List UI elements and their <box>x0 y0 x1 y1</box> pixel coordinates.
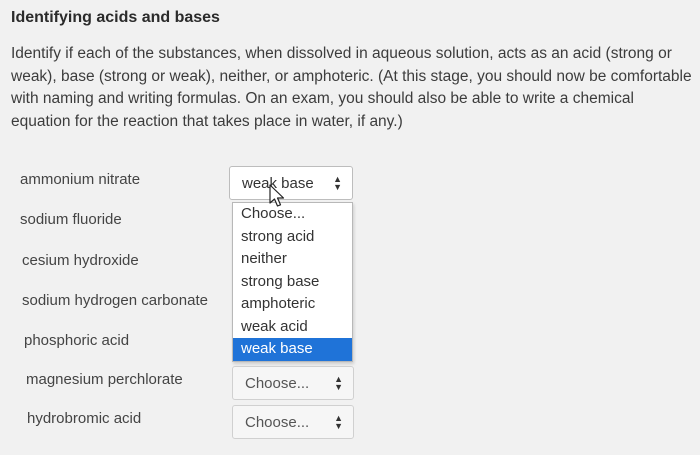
dropdown-option-strong-base[interactable]: strong base <box>233 271 352 294</box>
question-instructions: Identify if each of the substances, when… <box>11 45 692 130</box>
dropdown-option-weak-acid[interactable]: weak acid <box>233 316 352 339</box>
answer-select-magnesium-perchlorate[interactable]: Choose... ▲ ▼ <box>232 366 354 400</box>
select-value: Choose... <box>245 375 310 392</box>
dropdown-option-choose[interactable]: Choose... <box>233 203 352 226</box>
question-title: Identifying acids and bases <box>11 9 220 26</box>
substance-label-phosphoric-acid: phosphoric acid <box>24 332 130 349</box>
substance-label-ammonium-nitrate: ammonium nitrate <box>20 171 141 188</box>
up-down-arrows-icon: ▲ ▼ <box>334 374 343 392</box>
dropdown-option-weak-base[interactable]: weak base <box>233 338 352 361</box>
dropdown-option-amphoteric[interactable]: amphoteric <box>233 293 352 316</box>
answer-select-hydrobromic-acid[interactable]: Choose... ▲ ▼ <box>232 405 354 439</box>
answer-dropdown-list[interactable]: Choose... strong acid neither strong bas… <box>232 202 353 362</box>
up-down-arrows-icon: ▲ ▼ <box>333 174 342 192</box>
substance-label-sodium-fluoride: sodium fluoride <box>20 211 122 228</box>
dropdown-option-strong-acid[interactable]: strong acid <box>233 226 352 249</box>
substance-label-hydrobromic-acid: hydrobromic acid <box>27 410 142 427</box>
select-value: Choose... <box>245 414 310 431</box>
dropdown-option-neither[interactable]: neither <box>233 248 352 271</box>
substance-label-magnesium-perchlorate: magnesium perchlorate <box>26 371 183 388</box>
answer-select-ammonium-nitrate[interactable]: weak base ▲ ▼ <box>229 166 353 200</box>
up-down-arrows-icon: ▲ ▼ <box>334 413 343 431</box>
mouse-pointer-icon <box>269 184 285 207</box>
substance-label-cesium-hydroxide: cesium hydroxide <box>22 252 139 269</box>
substance-label-sodium-hydrogen-carbonate: sodium hydrogen carbonate <box>22 292 208 309</box>
